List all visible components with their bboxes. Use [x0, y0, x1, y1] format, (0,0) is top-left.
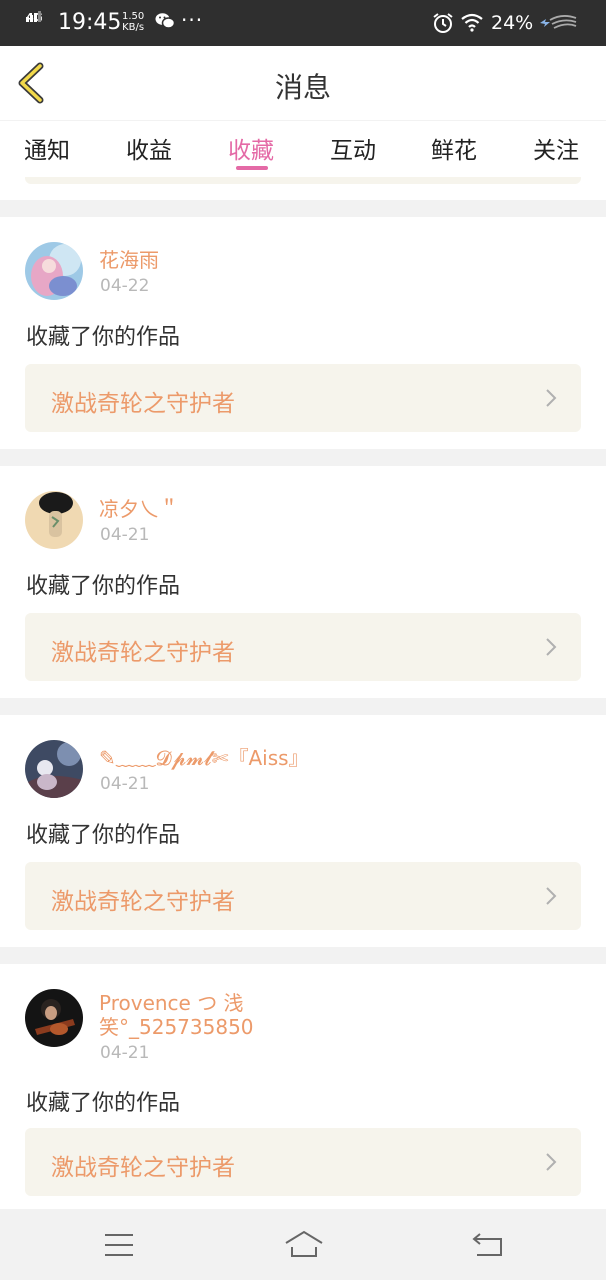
message-card: 花海雨 04-22 收藏了你的作品 激战奇轮之守护者: [0, 217, 606, 449]
work-link[interactable]: 激战奇轮之守护者: [25, 364, 581, 432]
chevron-right-icon: [545, 388, 557, 412]
battery-level: 24%: [491, 12, 534, 34]
username[interactable]: 花海雨: [99, 248, 269, 272]
top-app-bar: 消息: [0, 46, 606, 120]
work-link-partial[interactable]: [25, 177, 581, 184]
chevron-right-icon: [545, 637, 557, 661]
chevron-right-icon: [545, 886, 557, 910]
message-date: 04-22: [100, 276, 150, 296]
username[interactable]: 凉夕乀＂: [99, 497, 269, 521]
charging-icon: [538, 14, 578, 36]
message-text: 收藏了你的作品: [26, 325, 181, 350]
tab-interaction[interactable]: 互动: [330, 131, 376, 165]
active-tab-indicator: [236, 166, 268, 170]
message-date: 04-21: [100, 525, 150, 545]
chevron-right-icon: [545, 1152, 557, 1176]
message-card: ✎﹏﹏𝓓𝓹𝓶𝓵✄『Aiss』 04-21 收藏了你的作品 激战奇轮之守护者: [0, 715, 606, 947]
clock: 19:45: [58, 10, 122, 35]
tab-bar: 通知 收益 收藏 互动 鲜花 关注: [0, 121, 606, 177]
wechat-icon: [155, 12, 176, 34]
work-title: 激战奇轮之守护者: [51, 391, 235, 417]
work-link[interactable]: 激战奇轮之守护者: [25, 862, 581, 930]
avatar[interactable]: [25, 740, 83, 798]
message-card: Provence つ 浅笑°_525735850 04-21 收藏了你的作品 激…: [0, 964, 606, 1209]
status-bar: 4G 19:45 1.50 KB/s ··· 24%: [0, 0, 606, 46]
work-title: 激战奇轮之守护者: [51, 1155, 235, 1181]
work-link[interactable]: 激战奇轮之守护者: [25, 1128, 581, 1196]
wifi-icon: [460, 12, 484, 36]
work-link[interactable]: 激战奇轮之守护者: [25, 613, 581, 681]
home-icon[interactable]: [284, 1230, 324, 1262]
avatar[interactable]: [25, 989, 83, 1047]
message-date: 04-21: [100, 774, 150, 794]
alarm-icon: [432, 12, 454, 38]
tab-follows[interactable]: 关注: [533, 131, 579, 165]
menu-icon[interactable]: [104, 1233, 134, 1261]
message-card: 凉夕乀＂ 04-21 收藏了你的作品 激战奇轮之守护者: [0, 466, 606, 698]
more-notifications: ···: [181, 8, 204, 32]
message-card-partial: [0, 177, 606, 200]
tab-flowers[interactable]: 鲜花: [431, 131, 477, 165]
tab-earnings[interactable]: 收益: [126, 131, 172, 165]
system-nav-bar: [0, 1209, 606, 1280]
tab-favorites[interactable]: 收藏: [228, 131, 274, 165]
work-title: 激战奇轮之守护者: [51, 640, 235, 666]
avatar[interactable]: [25, 491, 83, 549]
message-date: 04-21: [100, 1043, 150, 1063]
message-text: 收藏了你的作品: [26, 823, 181, 848]
back-icon[interactable]: [472, 1231, 504, 1261]
message-text: 收藏了你的作品: [26, 574, 181, 599]
username[interactable]: Provence つ 浅笑°_525735850: [99, 991, 269, 1039]
avatar[interactable]: [25, 242, 83, 300]
username[interactable]: ✎﹏﹏𝓓𝓹𝓶𝓵✄『Aiss』: [99, 746, 319, 770]
tab-notice[interactable]: 通知: [24, 131, 70, 165]
message-text: 收藏了你的作品: [26, 1091, 181, 1116]
work-title: 激战奇轮之守护者: [51, 889, 235, 915]
page-title: 消息: [274, 71, 331, 104]
network-speed: 1.50 KB/s: [122, 11, 145, 33]
